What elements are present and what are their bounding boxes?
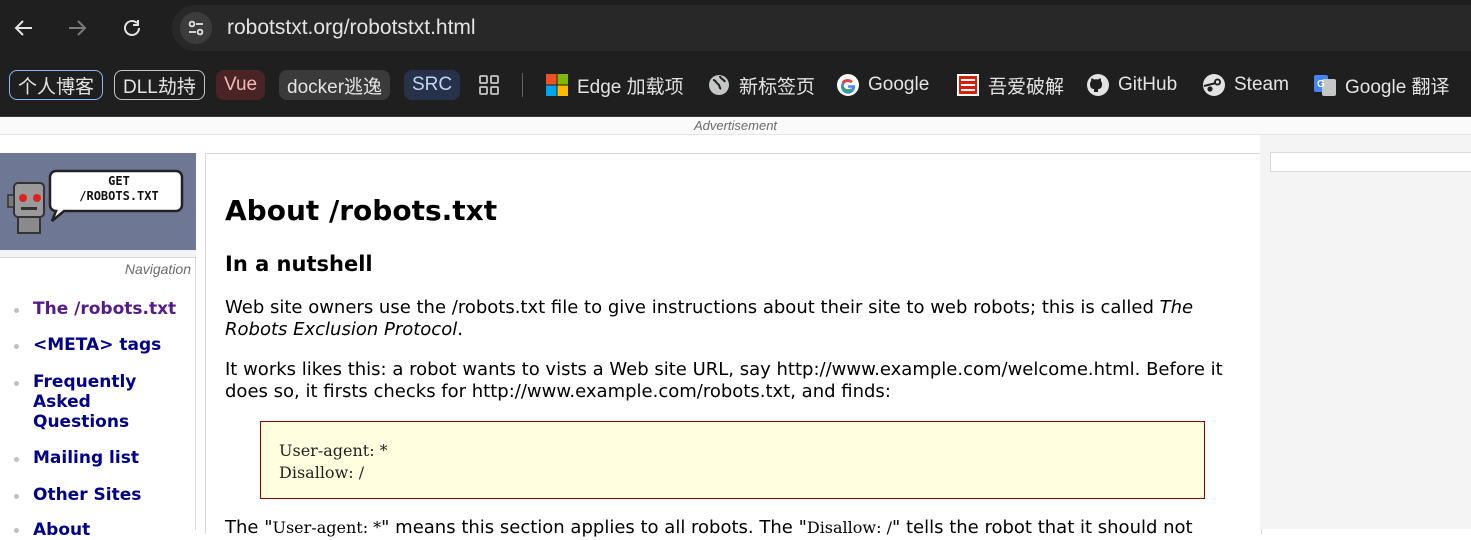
bookmark-label: Google <box>868 74 930 95</box>
explanation-paragraph: The "User-agent: *" means this section a… <box>225 517 1235 539</box>
bookmark-label: Vue <box>216 70 266 100</box>
bookmark-newtab[interactable]: 新标签页 <box>707 70 815 100</box>
nav-link-mailing-list[interactable]: Mailing list <box>33 448 183 468</box>
robotstxt-logo[interactable]: GET /ROBOTS.TXT <box>0 153 196 250</box>
svg-text:G: G <box>1317 79 1325 90</box>
nav-link-other-sites[interactable]: Other Sites <box>33 485 183 505</box>
page-title: About /robots.txt <box>225 194 498 227</box>
bullet-icon <box>14 494 19 499</box>
bookmark-steam[interactable]: Steam <box>1202 70 1289 100</box>
forward-button[interactable] <box>61 12 93 44</box>
back-arrow-icon <box>14 20 32 36</box>
bookmark-docker[interactable]: docker逃逸 <box>279 70 391 100</box>
tune-icon <box>188 20 204 36</box>
bookmark-label: Google 翻译 <box>1345 76 1450 98</box>
inline-code-disallow: Disallow: / <box>806 518 892 537</box>
nav-link-meta-tags[interactable]: <META> tags <box>33 335 183 355</box>
reload-button[interactable] <box>116 12 148 44</box>
url-text[interactable]: robotstxt.org/robotstxt.html <box>227 16 476 40</box>
bookmark-label: GitHub <box>1118 74 1178 95</box>
advertisement-label: Advertisement <box>0 117 1471 135</box>
left-sidebar: GET /ROBOTS.TXT Navigation The /robots.t… <box>0 153 196 540</box>
bullet-icon <box>14 381 19 386</box>
bookmark-52pojie[interactable]: 吾爱破解 <box>956 70 1064 100</box>
bookmark-google[interactable]: Google <box>836 70 929 100</box>
bookmark-github[interactable]: GitHub <box>1086 70 1177 100</box>
forward-arrow-icon <box>69 20 87 36</box>
navigation-caption: Navigation <box>124 261 191 277</box>
bookmark-edge-addons[interactable]: Edge 加载项 <box>545 70 684 100</box>
address-bar[interactable]: robotstxt.org/robotstxt.html <box>172 5 1471 51</box>
globe-icon <box>707 73 731 97</box>
logo-text-line1: GET <box>108 174 130 188</box>
how-it-works-paragraph: It works likes this: a robot wants to vi… <box>225 359 1223 402</box>
bookmark-label: 个人博客 <box>9 70 104 100</box>
right-sidebar <box>1260 135 1471 529</box>
explanation-text-c: " tells the robot that it should not <box>891 517 1193 538</box>
intro-text: Web site owners use the /robots.txt file… <box>225 297 1160 318</box>
back-button[interactable] <box>8 12 40 44</box>
site-info-button[interactable] <box>180 12 212 44</box>
robot-icon: GET /ROBOTS.TXT <box>7 169 184 234</box>
reload-icon <box>124 20 140 36</box>
web-page: Advertisement GET /ROBOTS.TXT Navigation… <box>0 117 1471 540</box>
google-translate-icon: G <box>1313 73 1337 97</box>
inline-code-user-agent: User-agent: * <box>272 518 382 537</box>
navigation-box: Navigation The /robots.txt <META> tags F… <box>0 257 196 540</box>
bookmarks-separator <box>522 73 523 97</box>
explanation-text-b: " means this section applies to all robo… <box>381 517 807 538</box>
nav-link-robots-txt[interactable]: The /robots.txt <box>33 299 183 319</box>
bullet-icon <box>14 457 19 462</box>
nav-link-faq[interactable]: Frequently Asked Questions <box>33 372 153 432</box>
section-heading: In a nutshell <box>225 252 373 276</box>
code-block: User-agent: * Disallow: / <box>260 421 1205 499</box>
main-content: About /robots.txt In a nutshell Web site… <box>205 153 1262 538</box>
google-logo-icon <box>836 73 860 97</box>
intro-paragraph: Web site owners use the /robots.txt file… <box>225 297 1235 341</box>
apps-grid-icon <box>479 75 499 95</box>
52pojie-logo-icon <box>956 73 980 97</box>
bookmark-vue[interactable]: Vue <box>216 70 266 100</box>
code-text: User-agent: * Disallow: / <box>279 441 388 482</box>
bullet-icon <box>14 308 19 313</box>
bookmark-label: SRC <box>404 70 461 100</box>
microsoft-logo-icon <box>545 73 569 97</box>
bookmark-label: Steam <box>1234 74 1289 95</box>
bookmark-src[interactable]: SRC <box>404 70 461 100</box>
bookmark-label: 吾爱破解 <box>988 76 1065 98</box>
bookmark-label: DLL劫持 <box>114 70 205 100</box>
bookmarks-bar: 个人博客 DLL劫持 Vue docker逃逸 SRC Edge 加载项 新标签… <box>0 57 1471 117</box>
right-sidebar-box <box>1270 152 1471 172</box>
github-logo-icon <box>1086 73 1110 97</box>
bookmark-dll[interactable]: DLL劫持 <box>114 70 205 100</box>
bookmark-blog[interactable]: 个人博客 <box>9 70 104 100</box>
bookmark-label: 新标签页 <box>739 76 816 98</box>
bookmark-google-translate[interactable]: G Google 翻译 <box>1313 70 1450 100</box>
nav-link-about[interactable]: About <box>33 520 183 540</box>
bookmark-label: Edge 加载项 <box>577 76 684 98</box>
bookmark-label: docker逃逸 <box>279 70 391 100</box>
bullet-icon <box>14 344 19 349</box>
steam-logo-icon <box>1202 73 1226 97</box>
apps-button[interactable] <box>477 70 501 100</box>
intro-end: . <box>457 319 463 340</box>
logo-text-line2: /ROBOTS.TXT <box>79 189 158 203</box>
explanation-text-a: The " <box>225 517 273 538</box>
browser-toolbar: robotstxt.org/robotstxt.html <box>0 0 1471 57</box>
